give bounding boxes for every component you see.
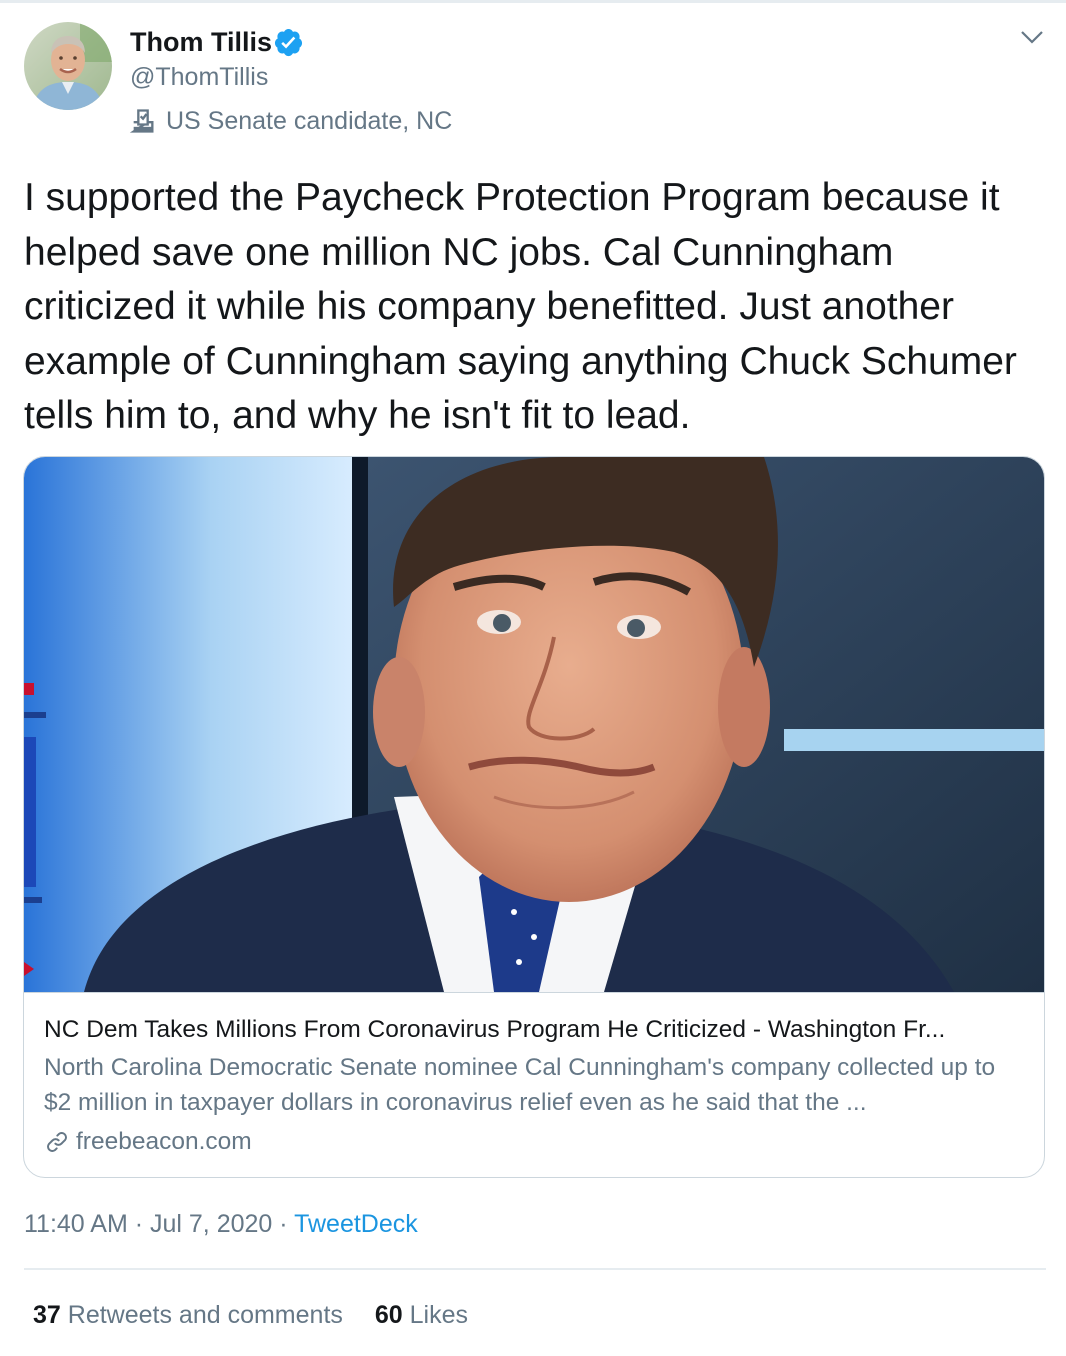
tweet-source-link[interactable]: TweetDeck: [294, 1210, 418, 1238]
top-divider: [0, 0, 1066, 3]
author-label: US Senate candidate, NC: [166, 107, 453, 135]
avatar[interactable]: [24, 22, 112, 110]
card-image[interactable]: [24, 457, 1044, 993]
tweet-text: I supported the Paycheck Protection Prog…: [24, 176, 1017, 437]
tweet-date[interactable]: Jul 7, 2020: [150, 1210, 272, 1238]
author-name[interactable]: Thom Tillis: [130, 24, 272, 60]
likes-label: Likes: [409, 1301, 469, 1329]
likes-count: 60: [374, 1301, 403, 1329]
card-description: North Carolina Democratic Senate nominee…: [44, 1054, 996, 1116]
retweets-count: 37: [33, 1301, 61, 1329]
meta-separator: ·: [127, 1210, 150, 1238]
retweets-label: Retweets and comments: [67, 1301, 343, 1329]
divider: [24, 1268, 1046, 1270]
retweets-stat[interactable]: 37 Retweets and comments: [33, 1298, 343, 1332]
verified-badge-icon: [274, 28, 303, 57]
link-icon: [47, 1132, 67, 1152]
tweet-stats: 37 Retweets and comments 60 Likes: [33, 1298, 468, 1332]
link-card[interactable]: NC Dem Takes Millions From Coronavirus P…: [23, 456, 1045, 1178]
ballot-box-icon: [129, 109, 154, 133]
author-handle[interactable]: @ThomTillis: [130, 60, 268, 94]
chevron-down-icon[interactable]: [1018, 26, 1046, 48]
tweet-meta: 11:40 AM · Jul 7, 2020 · TweetDeck: [24, 1207, 418, 1241]
card-photo: [24, 457, 1044, 992]
avatar-photo: [24, 22, 112, 110]
meta-separator: ·: [272, 1210, 295, 1238]
likes-stat[interactable]: 60 Likes: [375, 1298, 468, 1332]
card-domain: freebeacon.com: [76, 1128, 252, 1155]
tweet-time[interactable]: 11:40 AM: [24, 1210, 128, 1238]
card-title[interactable]: NC Dem Takes Millions From Coronavirus P…: [44, 1013, 1029, 1047]
